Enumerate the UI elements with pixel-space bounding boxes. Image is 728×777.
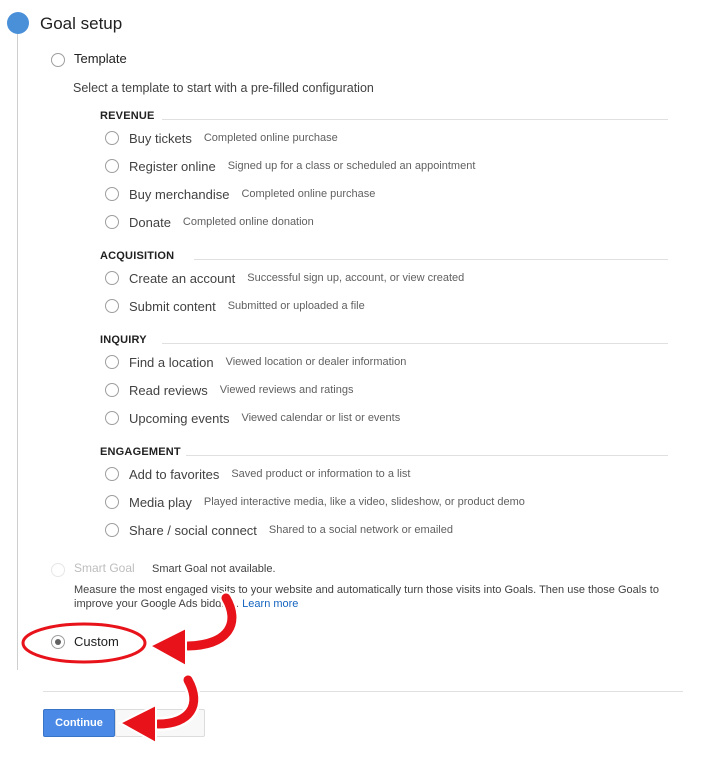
annotation-overlay	[21, 591, 239, 745]
custom-highlight-ellipse	[21, 622, 147, 664]
arrow-to-continue-icon	[117, 673, 201, 745]
arrow-to-custom-icon	[147, 591, 239, 668]
